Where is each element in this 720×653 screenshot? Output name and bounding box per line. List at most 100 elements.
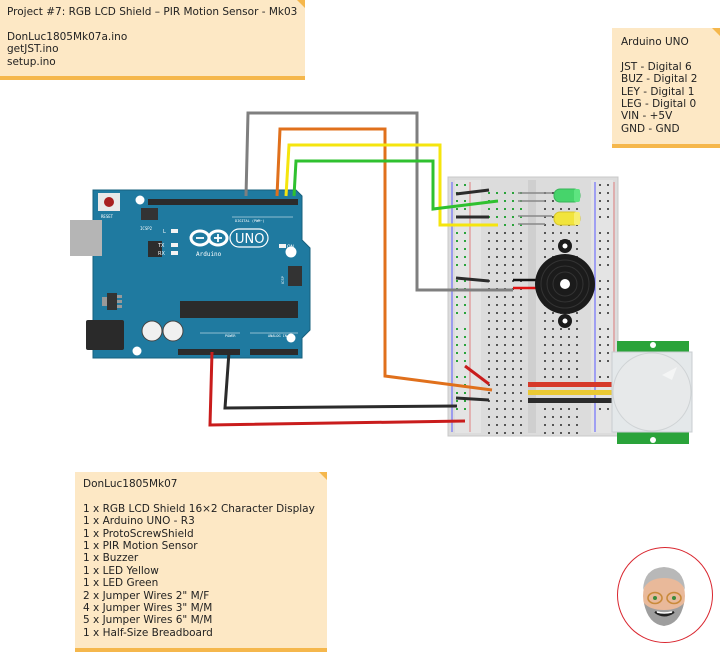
breadboard-hole xyxy=(560,376,562,378)
breadboard-hole xyxy=(552,368,554,370)
breadboard-hole xyxy=(607,336,609,338)
breadboard-hole xyxy=(568,368,570,370)
breadboard-hole xyxy=(544,232,546,234)
breadboard-hole xyxy=(496,376,498,378)
breadboard-hole xyxy=(512,312,514,314)
breadboard-hole xyxy=(599,280,601,282)
breadboard-hole xyxy=(456,264,458,266)
breadboard-hole xyxy=(520,360,522,362)
breadboard-hole xyxy=(504,424,506,426)
breadboard-hole xyxy=(456,280,458,282)
breadboard-hole xyxy=(496,424,498,426)
breadboard-hole xyxy=(568,328,570,330)
breadboard-hole xyxy=(496,296,498,298)
breadboard-hole xyxy=(552,328,554,330)
breadboard-hole xyxy=(464,352,466,354)
breadboard-hole xyxy=(544,320,546,322)
breadboard-hole xyxy=(512,272,514,274)
breadboard-hole xyxy=(607,312,609,314)
breadboard-hole xyxy=(504,280,506,282)
breadboard-hole xyxy=(599,328,601,330)
breadboard-hole xyxy=(456,184,458,186)
breadboard-hole xyxy=(520,256,522,258)
breadboard-hole xyxy=(520,408,522,410)
breadboard-hole xyxy=(464,376,466,378)
breadboard-hole xyxy=(544,328,546,330)
breadboard-hole xyxy=(568,408,570,410)
breadboard-hole xyxy=(576,432,578,434)
breadboard-hole xyxy=(488,424,490,426)
breadboard-hole xyxy=(488,208,490,210)
breadboard-hole xyxy=(488,304,490,306)
digital-header-low xyxy=(234,199,298,205)
breadboard-hole xyxy=(568,352,570,354)
breadboard-hole xyxy=(599,200,601,202)
breadboard-hole xyxy=(599,192,601,194)
breadboard-hole xyxy=(504,264,506,266)
breadboard-hole xyxy=(456,312,458,314)
breadboard-hole xyxy=(464,344,466,346)
breadboard-hole xyxy=(488,192,490,194)
breadboard-hole xyxy=(496,352,498,354)
breadboard-hole xyxy=(520,352,522,354)
wire-black-pir xyxy=(455,396,490,402)
breadboard-hole xyxy=(552,416,554,418)
arduino-brand-text: Arduino xyxy=(196,251,222,258)
breadboard-hole xyxy=(599,240,601,242)
breadboard-hole xyxy=(512,344,514,346)
breadboard-hole xyxy=(599,256,601,258)
breadboard-hole xyxy=(599,208,601,210)
breadboard-hole xyxy=(456,200,458,202)
breadboard-hole xyxy=(552,376,554,378)
breadboard-hole xyxy=(496,240,498,242)
breadboard-hole xyxy=(544,408,546,410)
analog-header xyxy=(250,349,298,355)
breadboard-hole xyxy=(504,248,506,250)
breadboard-hole xyxy=(512,424,514,426)
breadboard-hole xyxy=(504,224,506,226)
breadboard-hole xyxy=(504,408,506,410)
analog-label: ANALOG IN xyxy=(268,334,287,338)
breadboard-hole xyxy=(599,304,601,306)
breadboard-hole xyxy=(607,240,609,242)
breadboard-hole xyxy=(504,368,506,370)
breadboard-hole xyxy=(599,264,601,266)
power-jack xyxy=(86,320,124,350)
breadboard-hole xyxy=(512,304,514,306)
breadboard-hole xyxy=(464,296,466,298)
breadboard-hole xyxy=(552,320,554,322)
breadboard-hole xyxy=(512,200,514,202)
breadboard-hole xyxy=(464,400,466,402)
breadboard-hole xyxy=(456,392,458,394)
breadboard-hole xyxy=(607,184,609,186)
breadboard-hole xyxy=(456,240,458,242)
breadboard-hole xyxy=(488,312,490,314)
breadboard-hole xyxy=(456,400,458,402)
breadboard-hole xyxy=(488,344,490,346)
breadboard-hole xyxy=(512,392,514,394)
led-l-label: L xyxy=(163,229,166,235)
breadboard-hole xyxy=(544,336,546,338)
breadboard-hole xyxy=(464,360,466,362)
reset-button-cap[interactable] xyxy=(104,197,114,207)
breadboard-hole xyxy=(544,368,546,370)
breadboard-hole xyxy=(576,312,578,314)
breadboard-hole xyxy=(496,384,498,386)
breadboard-hole xyxy=(576,352,578,354)
breadboard-hole xyxy=(456,208,458,210)
breadboard-hole xyxy=(456,344,458,346)
breadboard-hole xyxy=(488,328,490,330)
breadboard-hole xyxy=(488,408,490,410)
icsp-header xyxy=(288,266,302,286)
breadboard-hole xyxy=(576,232,578,234)
breadboard-hole xyxy=(520,264,522,266)
breadboard-hole xyxy=(568,416,570,418)
breadboard-hole xyxy=(576,368,578,370)
breadboard-hole xyxy=(607,328,609,330)
breadboard-hole xyxy=(576,240,578,242)
breadboard-hole xyxy=(552,240,554,242)
breadboard-hole xyxy=(552,432,554,434)
breadboard-hole xyxy=(488,232,490,234)
breadboard-hole xyxy=(607,208,609,210)
breadboard-hole xyxy=(560,232,562,234)
